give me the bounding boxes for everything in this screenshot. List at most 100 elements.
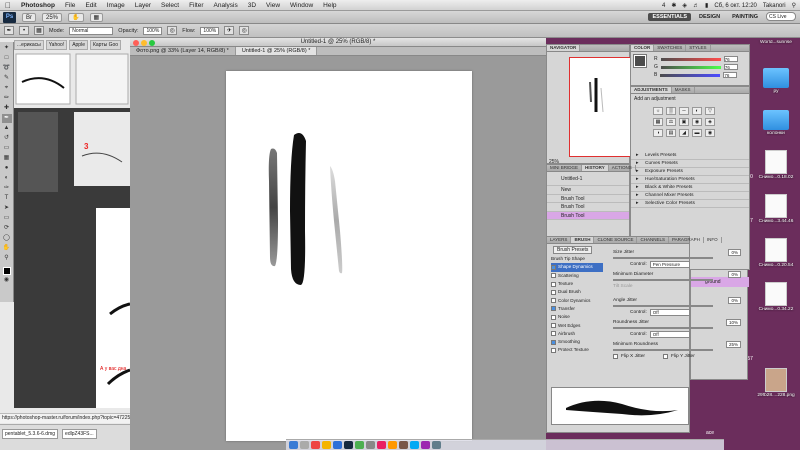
tab-clone-source[interactable]: CLONE SOURCE xyxy=(594,237,638,243)
history-item-brush-1[interactable]: Brush Tool xyxy=(547,195,629,203)
min-roundness-field[interactable]: 25% xyxy=(725,340,741,348)
posterize-icon[interactable]: ▤ xyxy=(666,129,676,137)
arrange-icon[interactable]: ▦ xyxy=(89,12,104,22)
brush-tool-icon[interactable]: ✒ xyxy=(1,114,12,123)
checkbox-icon[interactable] xyxy=(551,331,556,337)
finder-icon[interactable] xyxy=(289,441,298,449)
minimize-window-icon[interactable] xyxy=(141,39,147,46)
preset-levels[interactable]: Levels Presets xyxy=(631,152,749,160)
size-control-select[interactable]: Pen Pressure xyxy=(649,260,690,268)
menu-help[interactable]: Help xyxy=(318,2,341,9)
close-window-icon[interactable] xyxy=(133,39,139,46)
calendar-icon[interactable] xyxy=(311,441,320,449)
preset-curves[interactable]: Curves Presets xyxy=(631,160,749,168)
tab-color[interactable]: COLOR xyxy=(631,45,655,51)
pressure-size-icon[interactable]: ◎ xyxy=(239,26,250,35)
tab-info[interactable]: INFO xyxy=(704,237,722,243)
gradient-tool-icon[interactable]: ▦ xyxy=(2,154,12,163)
marquee-tool-icon[interactable]: □ xyxy=(2,54,12,63)
bridge-icon[interactable]: Br xyxy=(22,12,36,22)
notes-icon[interactable] xyxy=(322,441,331,449)
checkbox-icon[interactable] xyxy=(551,323,556,329)
brush-color-dynamics[interactable]: Color Dynamics xyxy=(551,296,603,304)
slider-green[interactable]: G 76 xyxy=(650,63,746,71)
brightness-contrast-icon[interactable]: ☼ xyxy=(653,107,663,115)
brush-panel-toggle-icon[interactable]: ▦ xyxy=(34,26,44,35)
brush-smoothing[interactable]: Smoothing xyxy=(551,338,603,346)
vlc-icon[interactable] xyxy=(388,441,397,449)
brush-tool-preset-icon[interactable]: ✒ xyxy=(4,26,14,35)
photoshop-dock-icon[interactable] xyxy=(344,441,353,449)
settings-icon[interactable] xyxy=(366,441,375,449)
brush-presets-button[interactable]: Brush Presets xyxy=(553,246,593,254)
tab-brush[interactable]: BRUSH xyxy=(571,237,595,243)
workspace-essentials[interactable]: ESSENTIALS xyxy=(648,12,692,21)
brush-size-picker[interactable]: • xyxy=(19,26,29,35)
quick-mask-icon[interactable]: ◉ xyxy=(2,276,12,285)
doc-tab-untitled[interactable]: Untitled-1 @ 25% (RGB/8) * xyxy=(235,47,318,55)
safari-icon[interactable] xyxy=(333,441,342,449)
gradient-map-icon[interactable]: ▬ xyxy=(692,129,702,137)
red-slider-bar[interactable] xyxy=(660,57,721,61)
green-slider-bar[interactable] xyxy=(660,65,721,69)
menu-layer[interactable]: Layer xyxy=(130,2,156,9)
menu-window[interactable]: Window xyxy=(285,2,318,9)
checkbox-icon[interactable] xyxy=(551,281,556,287)
tab-layers[interactable]: LAYERS xyxy=(547,237,572,243)
desktop-item-screenshot-4[interactable]: Снимо...0.34.22 xyxy=(756,282,796,312)
messages-icon[interactable] xyxy=(355,441,364,449)
hand-icon[interactable]: ✋ xyxy=(68,12,84,22)
history-item-brush-3[interactable]: Brush Tool xyxy=(547,211,629,220)
tab-adjustments[interactable]: ADJUSTMENTS xyxy=(631,87,672,93)
apple-menu-icon[interactable]:  xyxy=(0,1,16,10)
checkbox-icon[interactable] xyxy=(551,339,556,345)
download-item-2[interactable]: edlpZ43FS... xyxy=(62,429,97,439)
menu-filter[interactable]: Filter xyxy=(184,2,208,9)
wifi-icon[interactable]: ◈ xyxy=(682,2,687,9)
slider-red[interactable]: R 76 xyxy=(650,55,746,63)
hand-tool-icon[interactable]: ✋ xyxy=(2,244,12,253)
checkbox-icon[interactable] xyxy=(551,273,556,279)
exposure-icon[interactable]: ◐ xyxy=(692,107,702,115)
zoom-level-select[interactable]: 25% xyxy=(42,12,63,22)
flip-y-checkbox[interactable] xyxy=(663,353,668,359)
desktop-item-screenshot-1[interactable]: Снимо...0.18.02 xyxy=(756,150,796,180)
path-select-tool-icon[interactable]: ➤ xyxy=(2,204,12,213)
menu-select[interactable]: Select xyxy=(156,2,184,9)
desktop-item-screenshot-3[interactable]: Снимо...0.20.54 xyxy=(756,238,796,268)
brush-noise[interactable]: Noise xyxy=(551,313,603,321)
brush-transfer[interactable]: Transfer xyxy=(551,305,603,313)
download-item-1[interactable]: pentablet_5.3.6-6.dmg xyxy=(2,429,59,439)
3d-rotate-tool-icon[interactable]: ⟳ xyxy=(2,224,12,233)
preset-channel-mixer[interactable]: Channel Mixer Presets xyxy=(631,192,749,200)
checkbox-icon[interactable] xyxy=(551,314,556,320)
clock[interactable]: Сб, 6 окт. 12:20 xyxy=(714,3,757,9)
app-icon[interactable] xyxy=(421,441,430,449)
healing-tool-icon[interactable]: ✚ xyxy=(2,104,12,113)
angle-jitter-field[interactable]: 0% xyxy=(728,296,741,304)
bookmark-4[interactable]: Карты Goo xyxy=(89,40,122,50)
tab-actions[interactable]: ACTIONS xyxy=(609,165,636,171)
zoom-window-icon[interactable] xyxy=(149,39,155,46)
quick-select-tool-icon[interactable]: ✎ xyxy=(2,74,12,83)
preset-selective-color[interactable]: Selective Color Presets xyxy=(631,200,749,208)
stamp-tool-icon[interactable]: ▲ xyxy=(2,124,12,133)
curves-icon[interactable]: ∽ xyxy=(679,107,689,115)
menu-edit[interactable]: Edit xyxy=(80,2,101,9)
tab-masks[interactable]: MASKS xyxy=(672,87,695,93)
checkbox-icon[interactable] xyxy=(551,264,556,270)
history-item-brush-2[interactable]: Brush Tool xyxy=(547,203,629,212)
cs-live-button[interactable]: CS Live xyxy=(766,12,796,21)
pressure-opacity-icon[interactable]: ◎ xyxy=(167,26,178,35)
blue-value[interactable]: 76 xyxy=(723,72,738,78)
trash-icon[interactable] xyxy=(432,441,441,449)
brush-wet-edges[interactable]: Wet Edges xyxy=(551,321,603,329)
bookmark-3[interactable]: Apple xyxy=(69,40,88,50)
eraser-tool-icon[interactable]: ▭ xyxy=(2,144,12,153)
tab-channels[interactable]: CHANNELS xyxy=(637,237,669,243)
flow-field[interactable]: 100% xyxy=(200,26,220,35)
red-value[interactable]: 76 xyxy=(723,56,738,62)
blue-slider-bar[interactable] xyxy=(660,73,721,77)
photo-filter-icon[interactable]: ◉ xyxy=(692,118,702,126)
brush-protect-texture[interactable]: Protect Texture xyxy=(551,346,603,354)
